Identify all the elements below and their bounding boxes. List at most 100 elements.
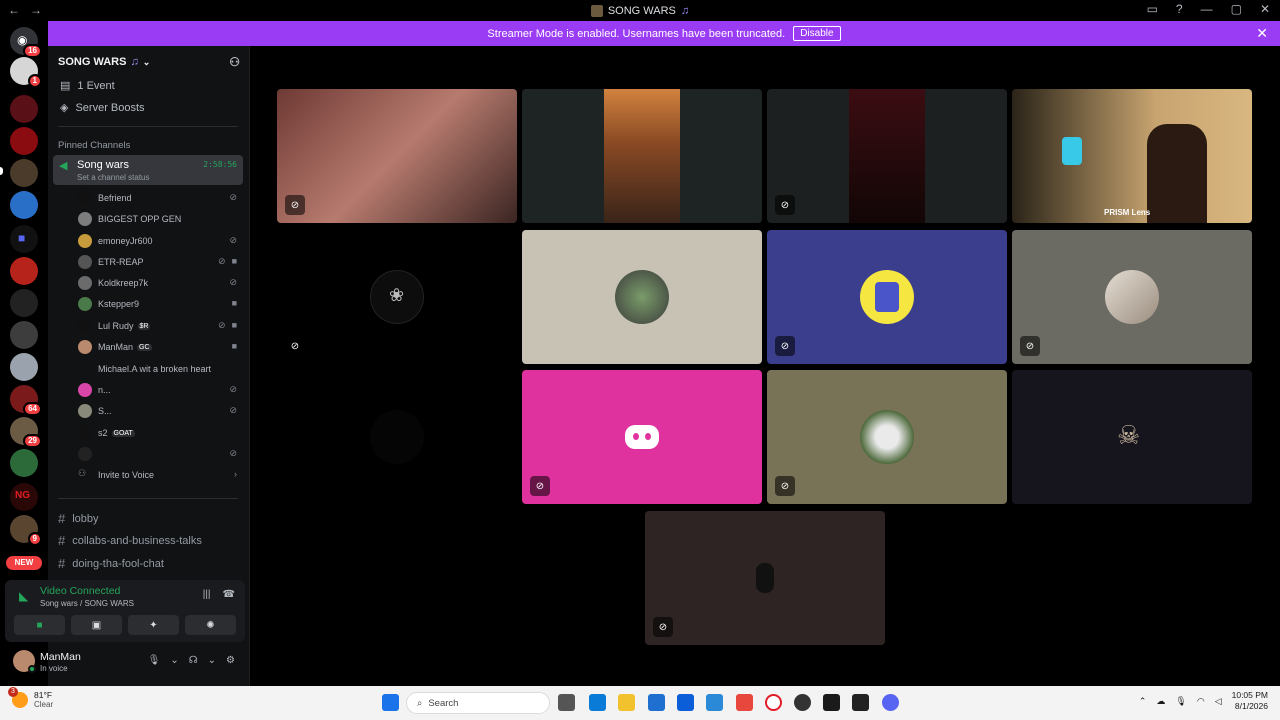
folder-icon[interactable]: ■ — [10, 225, 38, 253]
inbox-icon[interactable]: ▭ — [1147, 2, 1158, 16]
invite-to-voice[interactable]: ⚇ Invite to Voice › — [78, 466, 243, 484]
video-tile[interactable]: ⊘ — [645, 511, 885, 645]
microphone-icon[interactable]: 🎙︎ — [148, 655, 161, 666]
taskbar-search[interactable]: ⌕ Search — [406, 692, 550, 714]
text-channel[interactable]: # lobby — [58, 511, 99, 526]
server-icon[interactable]: 1 — [10, 57, 42, 88]
text-channel[interactable]: # doing-tha-fool-chat — [58, 556, 164, 571]
video-tile[interactable]: ☠ — [1012, 370, 1252, 504]
server-icon[interactable] — [10, 449, 38, 477]
voice-member[interactable]: Kstepper9 ■ — [78, 295, 243, 313]
video-tile[interactable]: ⊘ — [1012, 230, 1252, 364]
voice-member[interactable]: ManMan GC ■ — [78, 338, 243, 356]
server-icon[interactable] — [10, 321, 38, 349]
server-icon[interactable] — [10, 159, 38, 187]
forward-arrow-icon[interactable]: → — [30, 3, 42, 17]
weather-widget[interactable]: 3 81°F Clear — [8, 686, 53, 709]
app-icon[interactable] — [794, 694, 811, 711]
maximize-icon[interactable]: ▢ — [1231, 2, 1242, 16]
server-icon[interactable]: 64 — [10, 385, 42, 416]
discord-taskbar-icon[interactable] — [882, 694, 899, 711]
volume-icon[interactable]: ◁ — [1215, 696, 1222, 707]
voice-member[interactable]: Koldkreep7k ⊘ — [78, 274, 243, 292]
voice-member[interactable]: S... ⊘ — [78, 402, 243, 420]
store-icon[interactable] — [648, 694, 665, 711]
app-icon[interactable] — [852, 694, 869, 711]
voice-member[interactable]: Michael.A wit a broken heart — [78, 360, 243, 378]
voice-member[interactable]: ⊘ — [78, 445, 243, 463]
app-icon[interactable] — [823, 694, 840, 711]
chevron-down-icon[interactable]: ⌄ — [170, 655, 178, 666]
chevron-up-icon[interactable]: ⌃ — [1139, 696, 1147, 707]
help-icon[interactable]: ? — [1176, 2, 1183, 16]
wifi-icon[interactable]: ◠ — [1197, 696, 1205, 707]
server-header[interactable]: SONG WARS ♫ ⌄ ⚇ — [48, 46, 250, 78]
server-icon[interactable]: 29 — [10, 417, 42, 448]
text-channel[interactable]: # collabs-and-business-talks — [58, 533, 202, 548]
microphone-icon[interactable]: 🎙︎ — [1175, 696, 1186, 707]
server-icon[interactable] — [10, 95, 38, 123]
video-tile[interactable]: ⊘ — [767, 230, 1007, 364]
soundboard-button[interactable]: ✺ — [185, 615, 236, 635]
app-icon[interactable] — [589, 694, 606, 711]
cloud-icon[interactable]: ☁ — [1156, 696, 1165, 707]
video-tile[interactable] — [277, 370, 517, 504]
noise-suppression-icon[interactable]: ||| — [203, 589, 211, 600]
video-tile[interactable]: ⊘ — [522, 370, 762, 504]
avatar[interactable] — [13, 650, 36, 673]
app-icon[interactable] — [736, 694, 753, 711]
minimize-icon[interactable]: — — [1201, 2, 1213, 16]
clock[interactable]: 10:05 PM 8/1/2026 — [1232, 690, 1268, 712]
add-user-icon[interactable]: ⚇ — [229, 55, 240, 69]
start-windows-icon[interactable] — [382, 694, 399, 711]
server-icon[interactable] — [10, 353, 38, 381]
member-name: S... — [98, 406, 112, 416]
headphones-icon[interactable]: ☊ — [189, 655, 198, 666]
voice-member[interactable]: s2 GOAT — [78, 424, 243, 442]
member-name: ManMan — [98, 342, 134, 352]
disable-button[interactable]: Disable — [793, 26, 841, 41]
file-explorer-icon[interactable] — [618, 694, 635, 711]
voice-member[interactable]: ETR-REAP ⊘ ■ — [78, 253, 243, 271]
voice-member[interactable]: n... ⊘ — [78, 381, 243, 399]
video-tile[interactable]: PRISM Lens — [1012, 89, 1252, 223]
direct-messages-icon[interactable]: ◉ 16 — [10, 27, 42, 58]
voice-member[interactable]: Befriend ⊘ — [78, 189, 243, 207]
server-icon[interactable] — [10, 191, 38, 219]
video-tile[interactable] — [522, 89, 762, 223]
voice-member[interactable]: Lul Rudy $R ⊘ ■ — [78, 317, 243, 335]
app-icon[interactable] — [677, 694, 694, 711]
server-icon[interactable]: NG — [10, 483, 38, 511]
voice-channel-song-wars[interactable]: ◀ Song wars Set a channel status 2:58:56 — [53, 155, 243, 185]
video-tile[interactable]: ❀ ⊘ — [277, 230, 517, 364]
voice-member[interactable]: emoneyJr600 ⊘ — [78, 232, 243, 250]
task-view-icon[interactable] — [558, 694, 575, 711]
avatar — [78, 191, 92, 205]
disconnect-icon[interactable]: ☎ — [223, 589, 235, 600]
camera-button[interactable]: ■ — [14, 615, 65, 635]
close-window-icon[interactable]: ✕ — [1260, 2, 1270, 16]
server-icon[interactable] — [10, 289, 38, 317]
video-tile[interactable]: ⊘ — [767, 370, 1007, 504]
voice-member[interactable]: BIGGEST OPP GEN — [78, 210, 243, 228]
banner-close-icon[interactable]: ✕ — [1256, 25, 1268, 42]
video-tile[interactable]: ⊘ — [277, 89, 517, 223]
activities-button[interactable]: ✦ — [128, 615, 179, 635]
video-tile[interactable]: ⊘ — [767, 89, 1007, 223]
chevron-down-icon[interactable]: ⌄ — [208, 655, 216, 666]
new-badge[interactable]: NEW — [6, 556, 42, 570]
app-icon[interactable] — [706, 694, 723, 711]
video-tile[interactable] — [522, 230, 762, 364]
back-arrow-icon[interactable]: ← — [8, 3, 20, 17]
server-icon[interactable] — [10, 257, 38, 285]
events-item[interactable]: ▤ 1 Event — [60, 79, 115, 93]
signal-icon[interactable]: ◣ — [19, 589, 28, 603]
server-icon[interactable]: 9 — [10, 515, 42, 546]
channel-status[interactable]: Set a channel status — [77, 173, 150, 182]
settings-gear-icon[interactable]: ⚙ — [226, 655, 235, 666]
screen-share-button[interactable]: ▣ — [71, 615, 122, 635]
opera-icon[interactable] — [765, 694, 782, 711]
voice-status[interactable]: Video Connected — [40, 585, 120, 597]
server-boosts-item[interactable]: ◈ Server Boosts — [60, 101, 145, 115]
server-icon[interactable] — [10, 127, 38, 155]
